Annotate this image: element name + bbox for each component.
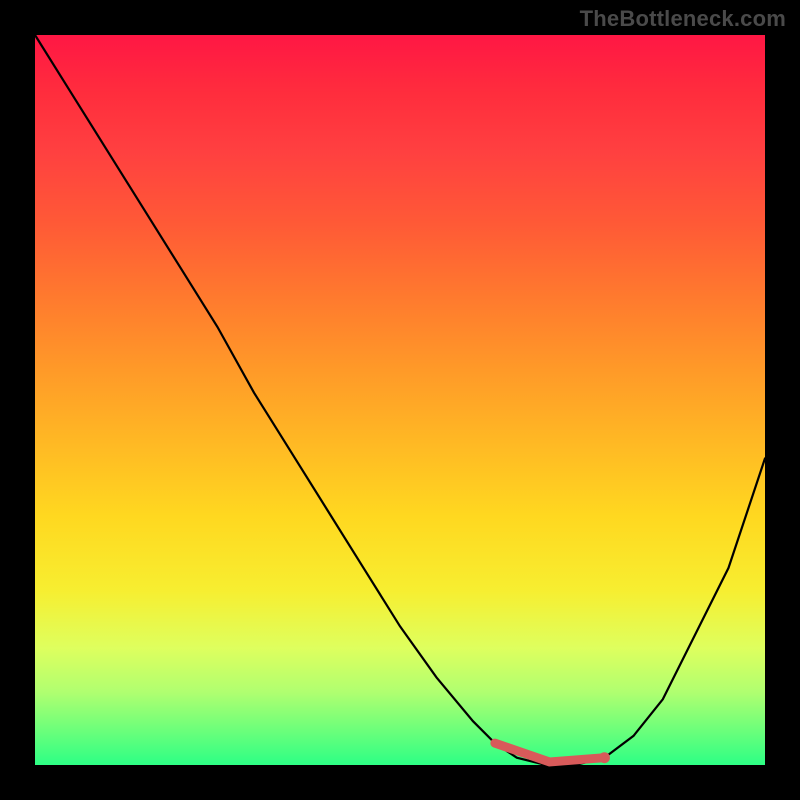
chart-frame: TheBottleneck.com	[0, 0, 800, 800]
valley-highlight	[495, 743, 605, 762]
watermark-text: TheBottleneck.com	[580, 6, 786, 32]
chart-svg	[35, 35, 765, 765]
valley-dot	[599, 752, 610, 763]
plot-area	[35, 35, 765, 765]
bottleneck-curve	[35, 35, 765, 765]
